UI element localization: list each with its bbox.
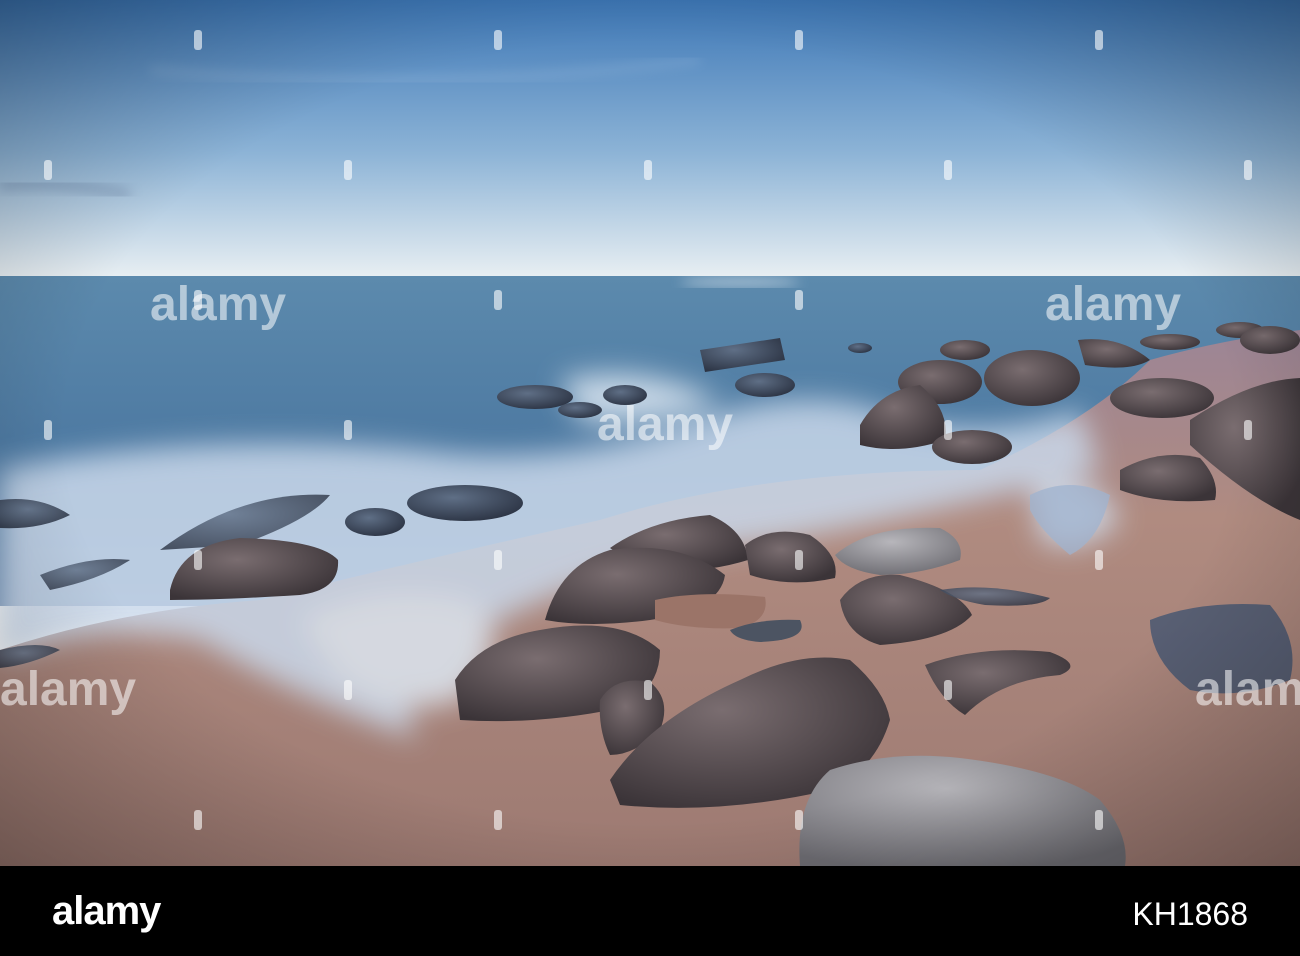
watermark-bottom-left: alamy: [0, 663, 136, 716]
watermark-bottom-right: alamy: [1195, 663, 1300, 716]
watermark-left: alamy: [150, 278, 286, 331]
seascape-photo: alamy alamy alamy alamy alamy: [0, 0, 1300, 866]
stock-footer-bar: alamy KH1868: [0, 866, 1300, 956]
watermark-center: alamy: [597, 398, 733, 451]
watermark-right: alamy: [1045, 278, 1181, 331]
alamy-logo: alamy: [52, 889, 161, 933]
image-id-label: KH1868: [1132, 896, 1248, 932]
